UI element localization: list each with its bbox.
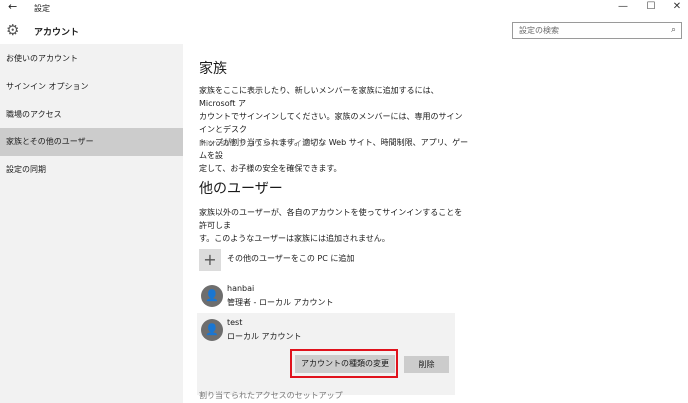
user-name: test <box>227 318 243 327</box>
microsoft-signin-link[interactable]: Microsoft アカウントでサインイン <box>199 138 326 149</box>
plus-icon: + <box>199 249 221 271</box>
gear-icon: ⚙ <box>6 21 20 39</box>
sidebar-item-work-access[interactable]: 職場のアクセス <box>0 101 183 129</box>
user-role: 管理者 - ローカル アカウント <box>227 298 334 307</box>
main-content: 家族 家族をここに表示したり、新しいメンバーを家族に追加するには、Microso… <box>183 44 688 403</box>
other-users-heading: 他のユーザー <box>199 181 283 197</box>
delete-button[interactable]: 削除 <box>404 356 449 373</box>
search-icon[interactable]: ⌕ <box>671 25 676 35</box>
user-row-hanbai[interactable]: 👤 hanbai 管理者 - ローカル アカウント <box>197 279 455 313</box>
sidebar: お使いのアカウント サインイン オプション 職場のアクセス 家族とその他のユーザ… <box>0 44 183 403</box>
add-other-user-label: その他のユーザーをこの PC に追加 <box>227 254 355 263</box>
user-role: ローカル アカウント <box>227 332 302 341</box>
page-header: ⚙ アカウント ⌕ <box>0 16 688 44</box>
assigned-access-link[interactable]: 割り当てられたアクセスのセットアップ <box>199 390 343 401</box>
back-arrow-icon[interactable]: ← <box>8 1 20 13</box>
maximize-button[interactable]: ☐ <box>644 1 658 13</box>
add-other-user-button[interactable]: + その他のユーザーをこの PC に追加 <box>199 249 459 273</box>
user-avatar-icon: 👤 <box>201 319 223 341</box>
search-input[interactable] <box>519 25 659 36</box>
family-description-line: 家族をここに表示したり、新しいメンバーを家族に追加するには、Microsoft … <box>199 86 439 108</box>
family-description: 家族をここに表示したり、新しいメンバーを家族に追加するには、Microsoft … <box>199 84 469 175</box>
user-avatar-icon: 👤 <box>201 285 223 307</box>
other-users-description-line: す。このようなユーザーは家族には追加されません。 <box>199 234 390 243</box>
page-title: アカウント <box>34 28 80 38</box>
user-name: hanbai <box>227 284 255 293</box>
search-box[interactable]: ⌕ <box>512 22 682 39</box>
family-heading: 家族 <box>199 61 227 77</box>
window-title: 設定 <box>34 4 50 13</box>
family-description-line: カウントでサインインしてください。家族のメンバーには、専用のサインインとデスク <box>199 112 463 134</box>
sidebar-item-sign-in-options[interactable]: サインイン オプション <box>0 73 183 101</box>
other-users-description-line: 家族以外のユーザーが、各自のアカウントを使ってサインインすることを許可しま <box>199 208 463 230</box>
other-users-description: 家族以外のユーザーが、各自のアカウントを使ってサインインすることを許可しま す。… <box>199 206 469 245</box>
sidebar-item-your-account[interactable]: お使いのアカウント <box>0 45 183 73</box>
title-bar: ← 設定 — ☐ ✕ <box>0 0 688 16</box>
sidebar-item-family-other-users[interactable]: 家族とその他のユーザー <box>0 128 183 156</box>
minimize-button[interactable]: — <box>616 1 630 13</box>
close-button[interactable]: ✕ <box>670 1 684 13</box>
sidebar-item-sync-settings[interactable]: 設定の同期 <box>0 156 183 184</box>
change-account-type-button[interactable]: アカウントの種類の変更 <box>295 355 395 373</box>
family-description-line: 定して、お子様の安全を確保できます。 <box>199 164 342 173</box>
